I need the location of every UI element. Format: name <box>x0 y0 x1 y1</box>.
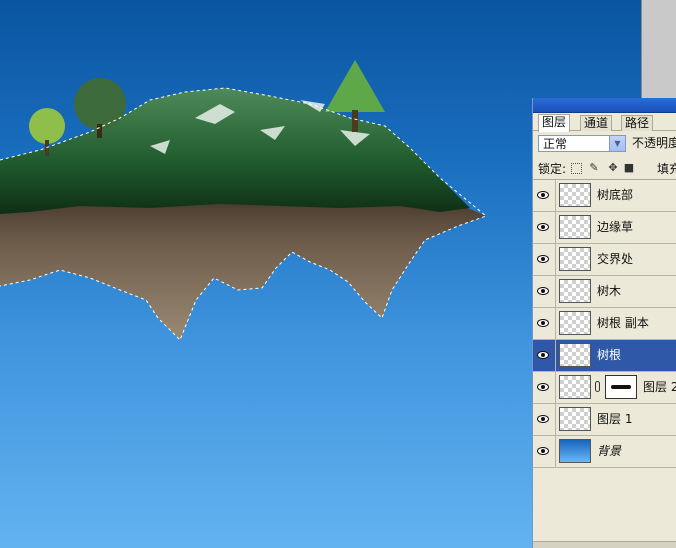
layers-panel: 图层 通道 路径 正常 ▼ 不透明度 锁定: ✎ ✥ ■ 填充 树底部 边缘草 <box>532 98 676 548</box>
layer-row[interactable]: 树底部 <box>533 180 676 212</box>
visibility-toggle[interactable] <box>533 436 556 467</box>
layers-list: 树底部 边缘草 交界处 树木 树根 副本 树根 图层 2 图层 1 背景 <box>533 180 676 468</box>
blend-mode-value: 正常 <box>543 137 568 151</box>
layer-mask-thumbnail[interactable] <box>605 375 637 399</box>
layer-name: 图层 2 <box>643 380 676 394</box>
fill-label: 填充 <box>657 162 676 176</box>
lock-all-icon[interactable]: ■ <box>623 162 635 174</box>
opacity-label: 不透明度 <box>632 136 676 150</box>
eye-icon <box>537 223 549 231</box>
visibility-toggle[interactable] <box>533 276 556 307</box>
layer-row[interactable]: 树根 副本 <box>533 308 676 340</box>
visibility-toggle[interactable] <box>533 404 556 435</box>
layer-name: 边缘草 <box>597 220 634 234</box>
tab-paths[interactable]: 路径 <box>621 115 654 131</box>
tree-middle <box>74 78 126 130</box>
layer-name: 树木 <box>597 284 622 298</box>
lock-row: 锁定: ✎ ✥ ■ 填充 <box>533 157 676 180</box>
layer-name: 交界处 <box>597 252 634 266</box>
layer-thumbnail <box>559 375 591 399</box>
layer-row[interactable]: 交界处 <box>533 244 676 276</box>
layer-row[interactable]: 图层 1 <box>533 404 676 436</box>
panel-titlebar[interactable] <box>533 98 676 113</box>
layer-thumbnail <box>559 247 591 271</box>
layer-row[interactable]: 背景 <box>533 436 676 468</box>
panel-footer <box>533 541 676 548</box>
visibility-toggle[interactable] <box>533 308 556 339</box>
layer-name: 树根 副本 <box>597 316 649 330</box>
visibility-toggle[interactable] <box>533 212 556 243</box>
layer-thumbnail <box>559 183 591 207</box>
chain-link-icon[interactable] <box>595 381 600 392</box>
layer-name: 树根 <box>597 348 622 362</box>
eye-icon <box>537 383 549 391</box>
eye-icon <box>537 255 549 263</box>
layer-thumbnail <box>559 215 591 239</box>
panel-tabs: 图层 通道 路径 <box>533 113 676 132</box>
tab-channels[interactable]: 通道 <box>580 115 613 131</box>
island-grass-top <box>0 88 470 214</box>
eye-icon <box>537 415 549 423</box>
lock-label: 锁定: <box>538 162 567 176</box>
blend-mode-select[interactable]: 正常 ▼ <box>538 135 626 152</box>
layer-name: 图层 1 <box>597 412 633 426</box>
layer-row[interactable]: 图层 2 <box>533 372 676 404</box>
lock-transparency-icon[interactable] <box>571 163 582 174</box>
visibility-toggle[interactable] <box>533 340 556 371</box>
visibility-toggle[interactable] <box>533 244 556 275</box>
eye-icon <box>537 319 549 327</box>
eye-icon <box>537 287 549 295</box>
tree-right <box>325 60 385 112</box>
scrollbar-area[interactable] <box>641 0 676 98</box>
visibility-toggle[interactable] <box>533 372 556 403</box>
layer-row[interactable]: 边缘草 <box>533 212 676 244</box>
layer-name: 树底部 <box>597 188 634 202</box>
layer-thumbnail <box>559 311 591 335</box>
chevron-down-icon[interactable]: ▼ <box>609 136 625 151</box>
eye-icon <box>537 191 549 199</box>
layer-name: 背景 <box>597 444 622 458</box>
visibility-toggle[interactable] <box>533 180 556 211</box>
layer-thumbnail <box>559 343 591 367</box>
eye-icon <box>537 447 549 455</box>
layer-row[interactable]: 树木 <box>533 276 676 308</box>
blend-row: 正常 ▼ 不透明度 <box>533 131 676 157</box>
lock-move-icon[interactable]: ✥ <box>607 162 619 174</box>
layer-thumbnail <box>559 279 591 303</box>
layer-thumbnail <box>559 439 591 463</box>
lock-brush-icon[interactable]: ✎ <box>588 162 600 174</box>
tree-left <box>29 108 65 144</box>
tab-layers[interactable]: 图层 <box>538 114 571 132</box>
layer-thumbnail <box>559 407 591 431</box>
layer-row-selected[interactable]: 树根 <box>533 340 676 372</box>
eye-icon <box>537 351 549 359</box>
